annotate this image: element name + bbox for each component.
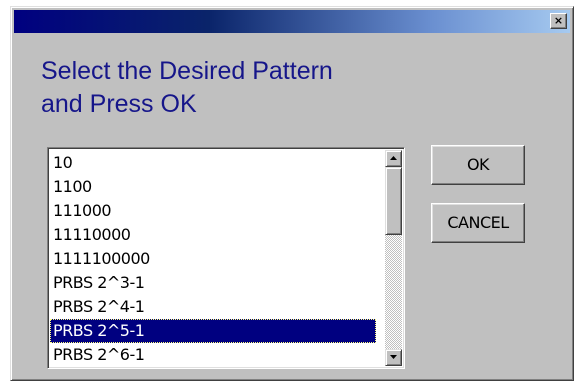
list-item[interactable]: PRBS 2^3-1 — [50, 271, 376, 295]
pattern-listbox[interactable]: 10 1100 111000 11110000 1111100000 PRBS … — [47, 147, 405, 369]
instruction-line-1: Select the Desired Pattern — [41, 57, 333, 85]
cancel-button[interactable]: CANCEL — [431, 203, 525, 243]
title-bar[interactable]: × — [14, 10, 570, 33]
list-item[interactable]: 11110000 — [50, 223, 376, 247]
close-button[interactable]: × — [550, 13, 567, 29]
list-item-selected[interactable]: PRBS 2^5-1 — [50, 319, 376, 343]
instruction-line-2: and Press OK — [41, 90, 197, 118]
close-icon: × — [553, 14, 564, 27]
list-item[interactable]: PRBS 2^6-1 — [50, 343, 376, 367]
list-item[interactable]: PRBS 2^4-1 — [50, 295, 376, 319]
vertical-scrollbar[interactable] — [385, 150, 402, 366]
instruction-text: Select the Desired Pattern and Press OK — [41, 55, 521, 121]
arrow-up-icon — [390, 156, 397, 160]
ok-button[interactable]: OK — [431, 145, 525, 185]
scroll-thumb[interactable] — [385, 167, 402, 235]
list-item[interactable]: 1111100000 — [50, 247, 376, 271]
pattern-list: 10 1100 111000 11110000 1111100000 PRBS … — [50, 151, 376, 367]
pattern-select-dialog: × Select the Desired Pattern and Press O… — [10, 6, 574, 381]
list-item[interactable]: 10 — [50, 151, 376, 175]
list-item[interactable]: 1100 — [50, 175, 376, 199]
list-item[interactable]: 111000 — [50, 199, 376, 223]
arrow-down-icon — [390, 355, 397, 359]
scroll-up-button[interactable] — [385, 150, 402, 167]
scroll-down-button[interactable] — [385, 349, 402, 366]
